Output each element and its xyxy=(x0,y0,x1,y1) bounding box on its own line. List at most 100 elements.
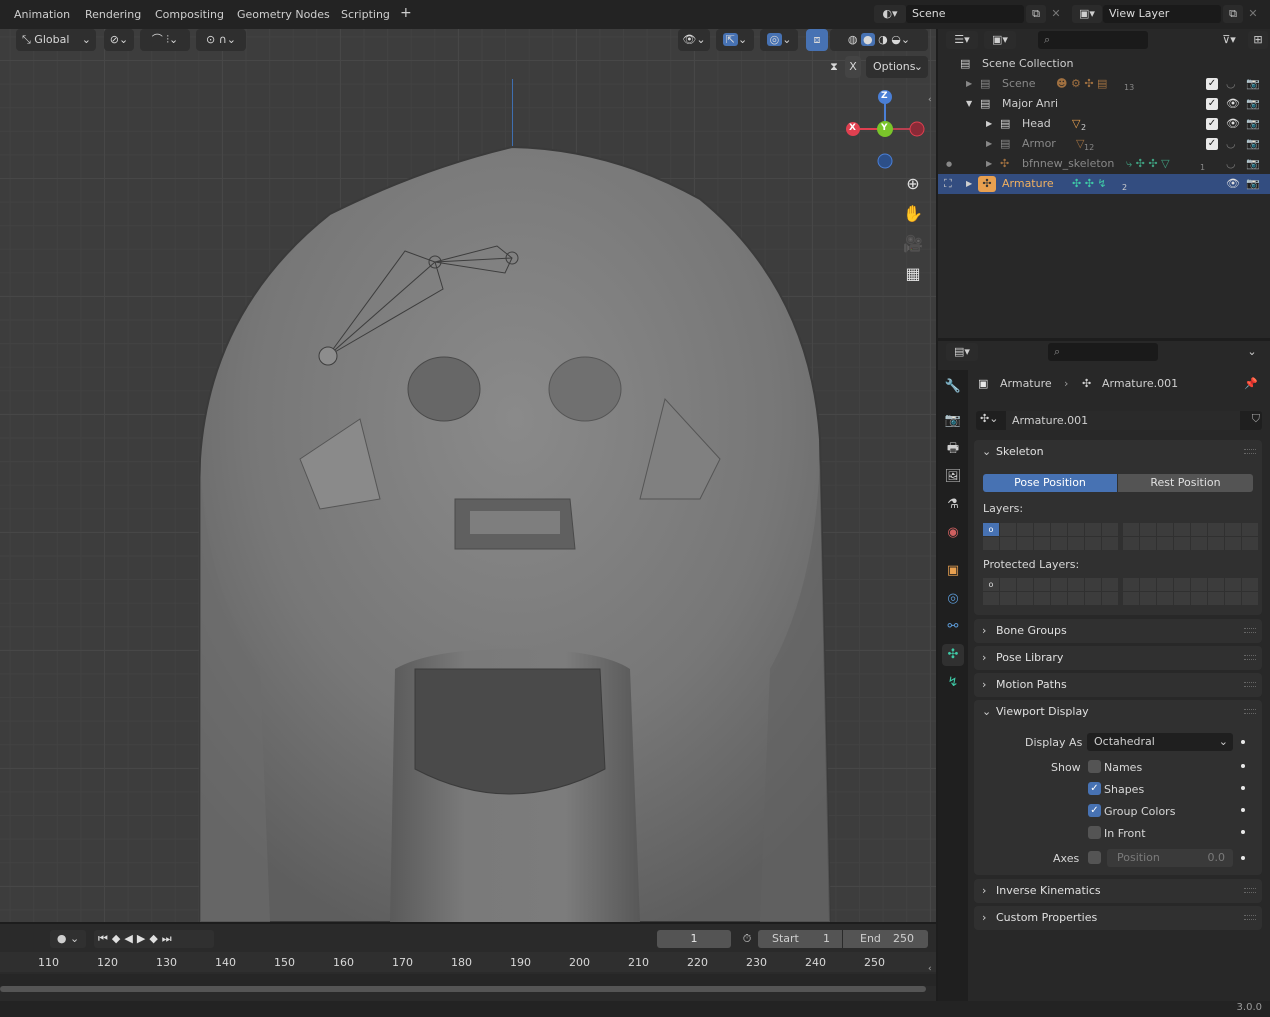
playback-controls[interactable]: ⏮◆◀▶◆⏭ xyxy=(94,930,214,948)
collapse-arrow-icon[interactable]: ▼ xyxy=(966,94,972,114)
outliner-row-scene[interactable]: ▶ ▤ Scene ☻ ⚙ ✣ ▤ 13 ✓ ◡ 📷 xyxy=(938,74,1270,94)
mirror-icon[interactable]: ⧗ xyxy=(824,56,844,78)
pose-position-button[interactable]: Pose Position xyxy=(983,474,1117,492)
world-tab-icon[interactable]: ◉ xyxy=(942,522,964,544)
render-camera-icon[interactable]: 📷 xyxy=(1246,134,1260,154)
drag-handle-icon[interactable] xyxy=(1244,915,1256,920)
timeline-track[interactable] xyxy=(0,974,936,986)
zoom-icon[interactable]: ⊕ xyxy=(900,171,926,197)
layers-grid-right[interactable] xyxy=(1123,523,1258,550)
gizmo-toggle-icon[interactable]: ⇱ ⌄ xyxy=(716,29,754,51)
bone-tab-icon[interactable]: ↯ xyxy=(942,672,964,694)
pivot-point-icon[interactable]: ⊘⌄ xyxy=(104,29,134,51)
custom-properties-panel[interactable]: › Custom Properties xyxy=(974,906,1262,930)
wireframe-shading-icon[interactable]: ◍ xyxy=(848,33,858,46)
outliner-row-armor[interactable]: ▶ ▤ Armor ▽ 12 ✓ ◡ 📷 xyxy=(938,134,1270,154)
outliner-row-scene-collection[interactable]: ▤ Scene Collection xyxy=(938,54,1270,74)
view-layer-field[interactable]: View Layer xyxy=(1103,5,1221,23)
camera-icon[interactable]: 🎥 xyxy=(900,231,926,257)
expand-arrow-icon[interactable]: ▶ xyxy=(986,134,992,154)
new-view-layer-icon[interactable]: ⧉ xyxy=(1223,5,1243,23)
eye-icon[interactable]: 👁 xyxy=(1226,174,1240,194)
drag-handle-icon[interactable] xyxy=(1244,628,1256,633)
play-reverse-icon[interactable]: ◀ xyxy=(124,932,136,945)
options-dropdown[interactable]: Options ⌄ xyxy=(866,56,928,78)
collapse-icon[interactable]: ‹ xyxy=(928,964,932,974)
hidden-eye-icon[interactable]: ◡ xyxy=(1226,154,1236,174)
group-colors-checkbox[interactable]: ✓ xyxy=(1088,804,1101,817)
start-frame-field[interactable]: Start 1 xyxy=(758,930,842,948)
transform-orientation-dropdown[interactable]: ⤡ Global ⌄ xyxy=(16,29,96,51)
in-front-checkbox[interactable] xyxy=(1088,826,1101,839)
physics-tab-icon[interactable]: ◎ xyxy=(942,588,964,610)
object-tab-icon[interactable]: ▣ xyxy=(942,560,964,582)
skeleton-panel-header[interactable]: ⌄ Skeleton xyxy=(974,440,1262,464)
xray-icon[interactable]: ⧈ xyxy=(806,29,828,51)
delete-scene-icon[interactable]: ✕ xyxy=(1046,5,1066,23)
view-layer-tab-icon[interactable]: 🖼 xyxy=(942,466,964,488)
armature-data-browse-icon[interactable]: ✣⌄ xyxy=(980,412,998,425)
outliner-row-armature[interactable]: ⛶ ▶ ✣ Armature ✣ ✣ ↯ 2 👁 📷 xyxy=(938,174,1270,194)
protected-layers-grid-left[interactable]: o xyxy=(983,578,1118,605)
x-mirror-button[interactable]: X xyxy=(845,56,861,78)
expand-arrow-icon[interactable]: ▶ xyxy=(986,154,992,174)
protected-layers-grid-right[interactable] xyxy=(1123,578,1258,605)
ortho-grid-icon[interactable]: ▦ xyxy=(900,261,926,287)
view-layer-selector-icon[interactable]: ▣▾ xyxy=(1072,5,1102,23)
hidden-eye-icon[interactable]: ◡ xyxy=(1226,74,1236,94)
editor-type-icon[interactable]: ☰▾ xyxy=(946,31,978,49)
tab-animation[interactable]: Animation xyxy=(14,8,70,21)
fake-user-shield-icon[interactable]: ⛉ xyxy=(1252,412,1260,426)
drag-handle-icon[interactable] xyxy=(1244,682,1256,687)
properties-search-input[interactable]: ⌕ xyxy=(1048,343,1158,361)
render-camera-icon[interactable]: 📷 xyxy=(1246,114,1260,134)
exclude-checkbox[interactable]: ✓ xyxy=(1206,98,1218,110)
prev-key-icon[interactable]: ◆ xyxy=(112,932,124,945)
datablock-selector[interactable]: ✣⌄ Armature.001 ⛉ xyxy=(976,411,1262,430)
current-frame-field[interactable]: 1 xyxy=(657,930,731,948)
snap-icon[interactable]: ⌒ ⫶⌄ xyxy=(140,29,190,51)
visibility-icon[interactable]: 👁⌄ xyxy=(678,29,710,51)
layers-grid-left[interactable]: o xyxy=(983,523,1118,550)
render-camera-icon[interactable]: 📷 xyxy=(1246,154,1260,174)
tool-tab-icon[interactable]: 🔧 xyxy=(942,376,964,398)
new-collection-icon[interactable]: ⊞ xyxy=(1248,31,1268,49)
proportional-edit-icon[interactable]: ⊙ ∩⌄ xyxy=(196,29,246,51)
drag-handle-icon[interactable] xyxy=(1244,888,1256,893)
scene-selector-icon[interactable]: ◐▾ xyxy=(874,5,906,23)
tab-geometry-nodes[interactable]: Geometry Nodes xyxy=(237,8,330,21)
names-checkbox[interactable] xyxy=(1088,760,1101,773)
scene-tab-icon[interactable]: ⚗ xyxy=(942,494,964,516)
options-chevron-icon[interactable]: ⌄ xyxy=(1242,343,1262,361)
drag-handle-icon[interactable] xyxy=(1244,449,1256,454)
keyframe-dot-icon[interactable] xyxy=(1241,856,1245,860)
eye-icon[interactable]: 👁 xyxy=(1226,114,1240,134)
overlays-icon[interactable]: ◎ ⌄ xyxy=(760,29,798,51)
constraints-tab-icon[interactable]: ⚯ xyxy=(942,616,964,638)
shapes-checkbox[interactable]: ✓ xyxy=(1088,782,1101,795)
render-camera-icon[interactable]: 📷 xyxy=(1246,74,1260,94)
display-as-dropdown[interactable]: Octahedral ⌄ xyxy=(1087,733,1233,751)
viewport-display-header[interactable]: ⌄ Viewport Display xyxy=(974,700,1262,724)
motion-paths-panel[interactable]: › Motion Paths xyxy=(974,673,1262,697)
jump-start-icon[interactable]: ⏮ xyxy=(98,932,112,945)
play-icon[interactable]: ▶ xyxy=(137,932,149,945)
keyframe-record-icon[interactable]: ● ⌄ xyxy=(50,930,86,948)
editor-type-icon[interactable]: ▤▾ xyxy=(946,343,978,361)
expand-arrow-icon[interactable]: ▶ xyxy=(966,174,972,194)
keyframe-dot-icon[interactable] xyxy=(1241,786,1245,790)
scene-field[interactable]: Scene xyxy=(906,5,1024,23)
expand-arrow-icon[interactable]: ▶ xyxy=(966,74,972,94)
keyframe-dot-icon[interactable] xyxy=(1241,764,1245,768)
pin-icon[interactable]: 📌 xyxy=(1244,375,1258,393)
next-key-icon[interactable]: ◆ xyxy=(149,932,161,945)
shading-modes[interactable]: ◍ ● ◑ ◒⌄ xyxy=(830,29,928,51)
rest-position-button[interactable]: Rest Position xyxy=(1118,474,1253,492)
keyframe-dot-icon[interactable] xyxy=(1241,808,1245,812)
datablock-name-field[interactable]: Armature.001 xyxy=(1006,411,1240,430)
3d-viewport[interactable]: ⤡ Global ⌄ ⊘⌄ ⌒ ⫶⌄ ⊙ ∩⌄ 👁⌄ ⇱ ⌄ ◎ ⌄ ⧈ ◍ ● ◑ … xyxy=(0,29,936,922)
rendered-shading-icon[interactable]: ◒ xyxy=(891,33,901,46)
end-frame-field[interactable]: End 250 xyxy=(843,930,928,948)
bone-groups-panel[interactable]: › Bone Groups xyxy=(974,619,1262,643)
tab-scripting[interactable]: Scripting xyxy=(341,8,390,21)
